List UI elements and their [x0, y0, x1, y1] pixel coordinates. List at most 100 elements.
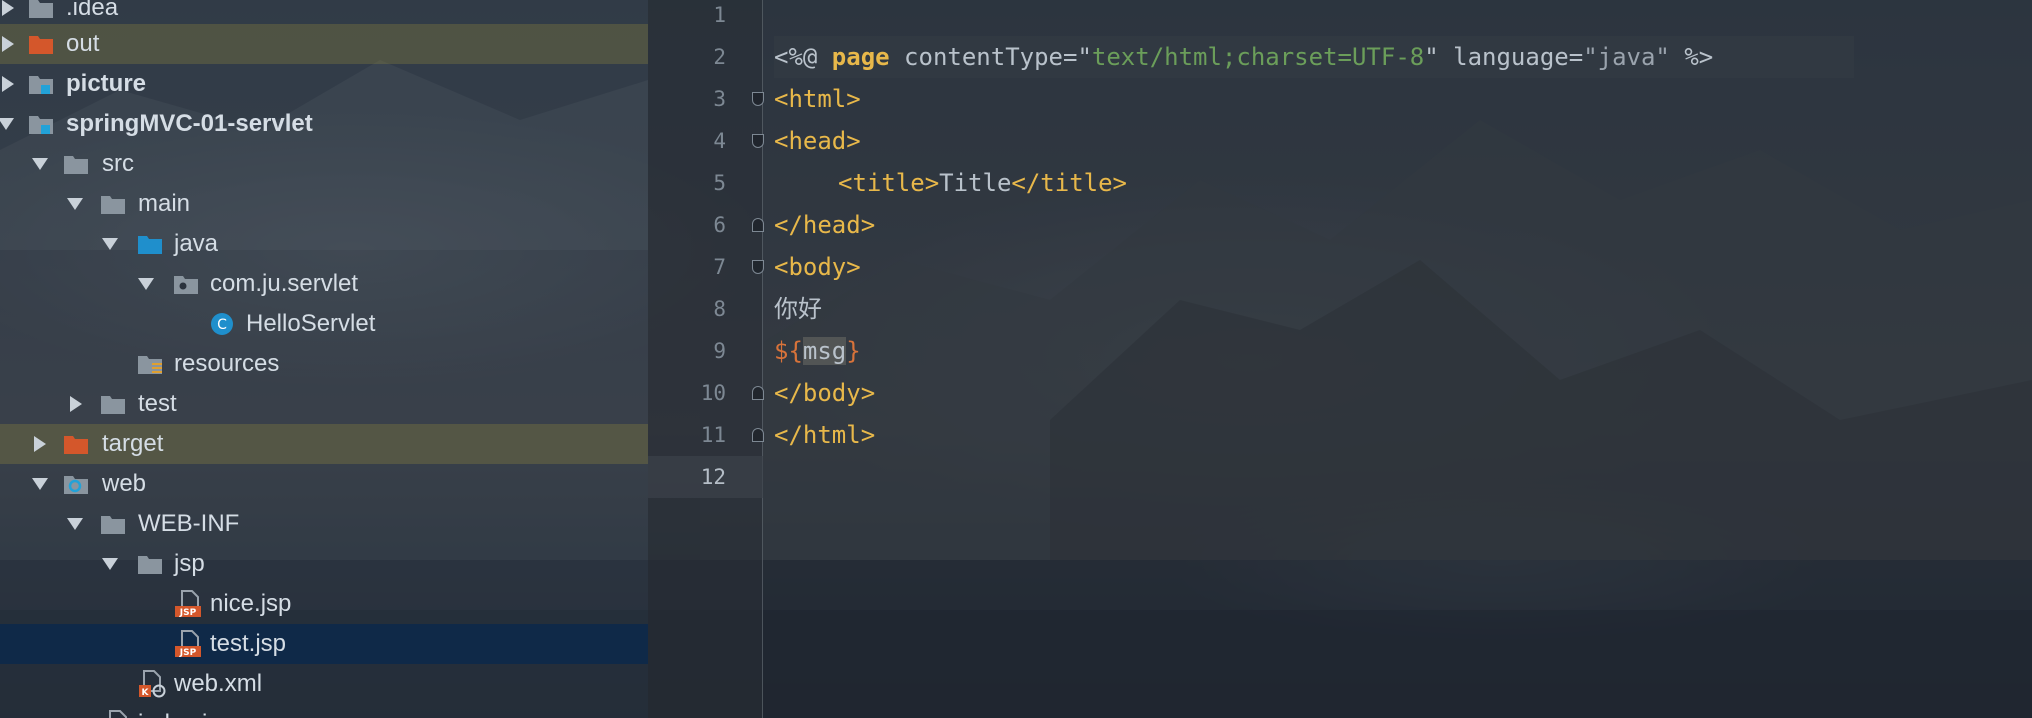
tree-item-target[interactable]: target — [0, 424, 648, 464]
code-line-6[interactable]: </head> — [774, 204, 875, 246]
svg-text:C: C — [217, 317, 227, 333]
project-tree: .idea out picture springMVC-01-servlet s… — [0, 0, 648, 718]
tree-item-com-ju-servlet[interactable]: com.ju.servlet — [0, 264, 648, 304]
tree-item-label: web.xml — [174, 670, 263, 697]
chevron-down-icon[interactable] — [102, 558, 118, 570]
jsp-file-icon — [109, 710, 127, 718]
el-delimiter: ${ — [774, 337, 803, 365]
tree-item-helloservlet[interactable]: C HelloServlet — [0, 304, 648, 344]
chevron-down-icon[interactable] — [67, 518, 83, 530]
resources-folder-icon — [138, 356, 162, 374]
chevron-down-icon[interactable] — [32, 158, 48, 170]
chevron-right-icon[interactable] — [2, 36, 14, 52]
fold-marker-icon[interactable] — [752, 92, 764, 106]
code-line-10[interactable]: </body> — [774, 372, 875, 414]
code-string: text/html;charset=UTF-8 — [1091, 43, 1425, 71]
chevron-down-icon[interactable] — [32, 478, 48, 490]
folder-icon — [101, 196, 125, 214]
tree-item-label: jsp — [174, 550, 205, 577]
tree-item-java[interactable]: java — [0, 224, 648, 264]
tree-item-label: com.ju.servlet — [210, 270, 359, 297]
code-text: Title — [939, 169, 1012, 197]
fold-marker-icon[interactable] — [752, 386, 764, 400]
svg-text:JSP: JSP — [179, 608, 197, 618]
tree-item-label: index.jsp — [138, 704, 233, 718]
tree-item-label: test — [138, 390, 177, 417]
code-quote: " — [1424, 43, 1439, 71]
tree-item-picture[interactable]: picture — [0, 64, 648, 104]
tree-item-label: web — [102, 470, 147, 497]
svg-text:JSP: JSP — [179, 648, 197, 658]
code-line-3[interactable]: <html> — [774, 78, 861, 120]
line-number: 1 — [713, 3, 726, 27]
code-tag: <title> — [838, 169, 940, 197]
line-number: 7 — [713, 255, 726, 279]
line-number: 12 — [700, 465, 726, 489]
tree-item-index-jsp[interactable]: index.jsp — [0, 704, 648, 718]
fold-marker-icon[interactable] — [752, 428, 764, 442]
chevron-right-icon[interactable] — [2, 76, 14, 92]
code-tag: </title> — [1011, 169, 1127, 197]
tree-item-label: target — [102, 430, 164, 457]
fold-marker-icon[interactable] — [752, 134, 764, 148]
source-folder-icon — [138, 236, 162, 254]
line-number: 4 — [713, 129, 726, 153]
tree-item-resources[interactable]: resources — [0, 344, 648, 384]
tree-item-web-xml[interactable]: K web.xml — [0, 664, 648, 704]
jsp-file-icon: JSP — [175, 630, 201, 658]
chevron-down-icon[interactable] — [102, 238, 118, 250]
excluded-folder-icon — [64, 436, 88, 454]
code-line-4[interactable]: <head> — [774, 120, 861, 162]
chevron-down-icon[interactable] — [138, 278, 154, 290]
tree-item-springmvc-01-servlet[interactable]: springMVC-01-servlet — [0, 104, 648, 144]
code-string: "java" — [1583, 43, 1670, 71]
code-line-5[interactable]: <title>Title</title> — [838, 162, 1127, 204]
code-quote: " — [1077, 43, 1092, 71]
code-line-8[interactable]: 你好 — [774, 288, 822, 330]
chevron-down-icon[interactable] — [0, 118, 14, 130]
tree-item-label: picture — [66, 70, 147, 97]
code-line-7[interactable]: <body> — [774, 246, 861, 288]
tree-item-label: test.jsp — [210, 630, 287, 657]
tree-item-jsp-folder[interactable]: jsp — [0, 544, 648, 584]
tree-item-web-inf[interactable]: WEB-INF — [0, 504, 648, 544]
code-line-11[interactable]: </html> — [774, 414, 875, 456]
line-number: 11 — [700, 423, 726, 447]
line-number: 2 — [713, 45, 726, 69]
module-folder-icon — [29, 116, 53, 134]
tree-item-label: src — [102, 150, 134, 177]
svg-text:K: K — [142, 688, 150, 698]
chevron-right-icon[interactable] — [70, 396, 82, 412]
code-keyword: page — [831, 43, 890, 71]
el-variable: msg — [802, 337, 847, 365]
tree-item-web[interactable]: web — [0, 464, 648, 504]
tree-item-src[interactable]: src — [0, 144, 648, 184]
el-delimiter: } — [846, 337, 861, 365]
tree-item-main[interactable]: main — [0, 184, 648, 224]
chevron-down-icon[interactable] — [67, 198, 83, 210]
xml-config-file-icon: K — [139, 670, 166, 698]
line-number: 5 — [713, 171, 726, 195]
code-token: %> — [1669, 43, 1714, 71]
tree-item-out[interactable]: out — [0, 24, 648, 64]
code-line-9[interactable]: ${msg} — [774, 330, 861, 372]
fold-marker-icon[interactable] — [752, 218, 764, 232]
folder-icon — [101, 516, 125, 534]
tree-item-label: WEB-INF — [138, 510, 240, 537]
package-icon — [174, 276, 198, 294]
tree-item-label: nice.jsp — [210, 590, 292, 617]
tree-item-test[interactable]: test — [0, 384, 648, 424]
code-editor[interactable]: 1 2 3 4 5 6 7 8 9 10 11 12 <%@ page cont… — [648, 0, 2032, 718]
module-folder-icon — [29, 76, 53, 94]
chevron-right-icon[interactable] — [2, 0, 14, 16]
tree-item-label: resources — [174, 350, 280, 377]
jsp-file-icon: JSP — [175, 590, 201, 618]
code-line-2[interactable]: <%@ page contentType="text/html;charset=… — [774, 36, 1713, 78]
line-number: 10 — [700, 381, 726, 405]
chevron-right-icon[interactable] — [34, 436, 46, 452]
line-number-gutter: 1 2 3 4 5 6 7 8 9 10 11 12 — [648, 0, 764, 718]
tree-item-test-jsp[interactable]: JSP test.jsp — [0, 624, 648, 664]
tree-item-nice-jsp[interactable]: JSP nice.jsp — [0, 584, 648, 624]
fold-marker-icon[interactable] — [752, 260, 764, 274]
tree-item-label: java — [174, 230, 219, 257]
